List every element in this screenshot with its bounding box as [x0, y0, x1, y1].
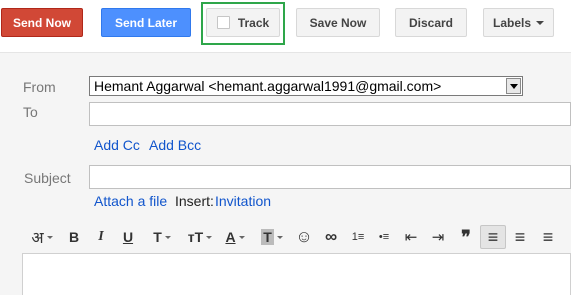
highlight-icon: T: [261, 229, 274, 245]
from-label: From: [23, 79, 56, 95]
font-button[interactable]: T: [146, 225, 178, 249]
align-right-icon: ≡: [542, 226, 554, 247]
align-right-button[interactable]: ≡: [537, 225, 559, 249]
bold-button[interactable]: B: [64, 225, 84, 249]
subject-field[interactable]: [89, 165, 571, 189]
underline-button[interactable]: U: [118, 225, 138, 249]
message-body[interactable]: [22, 253, 571, 295]
numbered-list-button[interactable]: 1≡: [348, 225, 368, 249]
send-later-button[interactable]: Send Later: [101, 8, 191, 37]
text-color-button[interactable]: A: [220, 225, 250, 249]
to-field[interactable]: [89, 102, 571, 126]
bold-icon: B: [68, 229, 80, 245]
to-label: To: [23, 104, 38, 120]
add-cc-link[interactable]: Add Cc: [94, 137, 140, 153]
track-label: Track: [237, 15, 270, 30]
indent-more-icon: ⇥: [431, 229, 445, 246]
link-icon: ∞: [324, 227, 338, 246]
italic-button[interactable]: I: [91, 225, 111, 249]
input-tools-button[interactable]: अ: [25, 225, 59, 249]
font-icon: T: [153, 229, 162, 245]
attach-file-link[interactable]: Attach a file: [94, 193, 167, 209]
bulleted-list-button[interactable]: •≡: [374, 225, 394, 249]
align-center-icon: ≡: [514, 226, 526, 247]
input-tools-icon: अ: [31, 230, 44, 247]
labels-button[interactable]: Labels: [483, 8, 554, 37]
send-now-label: Send Now: [12, 15, 71, 30]
indent-less-icon: ⇤: [404, 229, 418, 246]
add-bcc-link[interactable]: Add Bcc: [149, 137, 201, 153]
send-later-label: Send Later: [114, 15, 177, 30]
numbered-list-icon: 1≡: [351, 231, 365, 243]
labels-label: Labels: [492, 15, 531, 30]
insert-label: Insert:: [175, 193, 214, 209]
track-checkbox[interactable]: [216, 16, 230, 29]
font-size-icon: тT: [187, 229, 204, 245]
indent-less-button[interactable]: ⇤: [401, 225, 421, 249]
subject-label: Subject: [24, 170, 71, 186]
text-color-icon: A: [225, 229, 236, 245]
italic-icon: I: [98, 229, 104, 244]
quote-button[interactable]: ❞: [455, 225, 477, 249]
emoji-icon: ☺: [295, 227, 313, 246]
send-now-button[interactable]: Send Now: [1, 8, 83, 37]
compose-panel: From Hemant Aggarwal <hemant.aggarwal199…: [0, 52, 571, 295]
font-size-button[interactable]: тT: [184, 225, 216, 249]
align-center-button[interactable]: ≡: [509, 225, 531, 249]
underline-icon: U: [122, 229, 134, 245]
align-left-button[interactable]: ≡: [480, 225, 506, 249]
chevron-down-icon: [536, 20, 544, 25]
save-now-label: Save Now: [309, 15, 367, 30]
quote-icon: ❞: [461, 226, 471, 247]
save-now-button[interactable]: Save Now: [296, 8, 380, 37]
discard-button[interactable]: Discard: [395, 8, 467, 37]
from-value: Hemant Aggarwal <hemant.aggarwal1991@gma…: [94, 78, 442, 94]
emoji-button[interactable]: ☺: [294, 225, 314, 249]
highlight-color-button[interactable]: T: [256, 225, 288, 249]
dropdown-arrow-icon[interactable]: [506, 78, 521, 94]
discard-label: Discard: [408, 15, 454, 30]
invitation-link[interactable]: Invitation: [215, 193, 271, 209]
bulleted-list-icon: •≡: [378, 231, 390, 243]
indent-more-button[interactable]: ⇥: [428, 225, 448, 249]
align-left-icon: ≡: [487, 226, 499, 247]
link-button[interactable]: ∞: [320, 225, 342, 249]
from-select[interactable]: Hemant Aggarwal <hemant.aggarwal1991@gma…: [89, 76, 523, 96]
track-button[interactable]: Track: [206, 8, 280, 37]
